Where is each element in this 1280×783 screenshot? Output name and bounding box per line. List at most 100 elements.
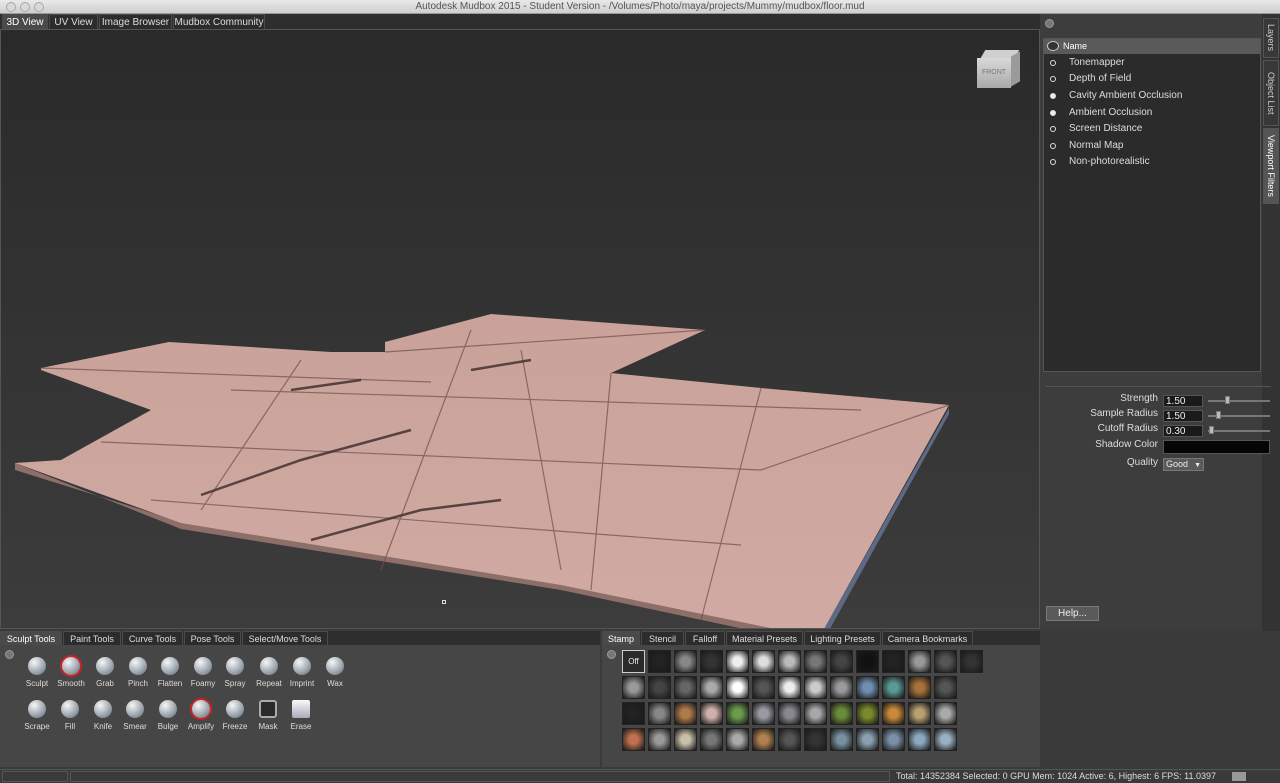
filter-toggle-icon[interactable] (1050, 126, 1056, 132)
stamp-thumbnail[interactable] (726, 728, 749, 751)
tab-lighting-presets[interactable]: Lighting Presets (804, 631, 881, 645)
stamp-thumbnail[interactable] (752, 728, 775, 751)
stamp-thumbnail[interactable] (700, 676, 723, 699)
tab-paint-tools[interactable]: Paint Tools (63, 631, 121, 645)
stamp-thumbnail[interactable] (856, 650, 879, 673)
foamy-tool[interactable]: Foamy (185, 655, 221, 693)
stamp-thumbnail[interactable] (674, 728, 697, 751)
stamp-thumbnail[interactable] (674, 676, 697, 699)
sculpt-tool[interactable]: Sculpt (19, 655, 55, 693)
stamp-thumbnail[interactable] (804, 650, 827, 673)
pinch-tool[interactable]: Pinch (120, 655, 156, 693)
stamp-thumbnail[interactable] (778, 650, 801, 673)
wax-tool[interactable]: Wax (317, 655, 353, 693)
panel-splitter[interactable] (1046, 386, 1271, 387)
repeat-tool[interactable]: Repeat (251, 655, 287, 693)
smear-tool[interactable]: Smear (117, 698, 153, 736)
stamp-thumbnail[interactable] (830, 650, 853, 673)
filter-toggle-icon[interactable] (1050, 143, 1056, 149)
spray-tool[interactable]: Spray (217, 655, 253, 693)
tab-image-browser[interactable]: Image Browser (99, 14, 172, 29)
scrape-tool[interactable]: Scrape (19, 698, 55, 736)
filter-toggle-icon[interactable] (1050, 159, 1056, 165)
stamp-thumbnail[interactable] (856, 728, 879, 751)
stamp-thumbnail[interactable] (622, 728, 645, 751)
tab-object-list[interactable]: Object List (1263, 60, 1279, 126)
filter-row-cavity-ambient-occlusion[interactable]: Cavity Ambient Occlusion (1044, 88, 1260, 104)
tab-layers[interactable]: Layers (1263, 18, 1279, 58)
stamp-thumbnail[interactable] (908, 728, 931, 751)
filter-toggle-icon[interactable] (1050, 60, 1056, 66)
stamp-thumbnail[interactable] (648, 676, 671, 699)
tab-camera-bookmarks[interactable]: Camera Bookmarks (882, 631, 973, 645)
stamp-thumbnail[interactable] (804, 676, 827, 699)
sample-radius-field[interactable]: 1.50 (1163, 410, 1203, 422)
stamp-thumbnail[interactable] (908, 650, 931, 673)
stamp-thumbnail[interactable] (700, 728, 723, 751)
stamp-thumbnail[interactable] (804, 728, 827, 751)
filter-row-depth-of-field[interactable]: Depth of Field (1044, 71, 1260, 87)
stamp-thumbnail[interactable] (648, 702, 671, 725)
stamp-thumbnail[interactable] (908, 676, 931, 699)
stamp-thumbnail[interactable] (726, 650, 749, 673)
stamp-thumbnail[interactable] (622, 676, 645, 699)
stamp-thumbnail[interactable] (856, 676, 879, 699)
strength-field[interactable]: 1.50 (1163, 395, 1203, 407)
strength-slider-thumb[interactable] (1225, 396, 1230, 404)
stamp-thumbnail[interactable] (700, 650, 723, 673)
tab-stamp[interactable]: Stamp (602, 631, 640, 645)
filter-toggle-icon[interactable] (1050, 93, 1056, 99)
stamp-thumbnail[interactable] (700, 702, 723, 725)
stamp-thumbnail[interactable] (778, 676, 801, 699)
imprint-tool[interactable]: Imprint (284, 655, 320, 693)
tab-falloff[interactable]: Falloff (685, 631, 725, 645)
stamp-thumbnail[interactable] (960, 650, 983, 673)
stamp-thumbnail[interactable] (778, 728, 801, 751)
stamp-thumbnail[interactable] (778, 702, 801, 725)
eye-icon[interactable] (1047, 41, 1059, 51)
stamp-thumbnail[interactable] (674, 702, 697, 725)
stamp-thumbnail[interactable] (726, 676, 749, 699)
panel-close-icon[interactable] (1045, 19, 1054, 28)
stamp-thumbnail[interactable] (752, 702, 775, 725)
zoom-window-button[interactable] (34, 2, 44, 12)
stamp-thumbnail[interactable] (908, 702, 931, 725)
grab-tool[interactable]: Grab (87, 655, 123, 693)
mask-tool[interactable]: Mask (250, 698, 286, 736)
filter-row-normal-map[interactable]: Normal Map (1044, 138, 1260, 154)
stamp-thumbnail[interactable] (804, 702, 827, 725)
stamp-thumbnail[interactable] (830, 702, 853, 725)
freeze-tool[interactable]: Freeze (217, 698, 253, 736)
quality-dropdown[interactable]: Good ▼ (1163, 458, 1204, 471)
cutoff-radius-slider[interactable] (1208, 430, 1270, 432)
stamp-thumbnail[interactable] (856, 702, 879, 725)
view-cube[interactable]: FRONT (977, 50, 1023, 90)
filter-row-ambient-occlusion[interactable]: Ambient Occlusion (1044, 105, 1260, 121)
fill-tool[interactable]: Fill (52, 698, 88, 736)
stamp-thumbnail[interactable] (830, 676, 853, 699)
stamp-thumbnail[interactable] (934, 702, 957, 725)
stamp-thumbnail[interactable] (752, 650, 775, 673)
close-window-button[interactable] (6, 2, 16, 12)
stamp-off-button[interactable]: Off (622, 650, 645, 673)
filter-row-screen-distance[interactable]: Screen Distance (1044, 121, 1260, 137)
tab-uv-view[interactable]: UV View (49, 14, 98, 29)
stamp-thumbnail[interactable] (648, 728, 671, 751)
stamp-thumbnail[interactable] (648, 650, 671, 673)
stamp-thumbnail[interactable] (934, 728, 957, 751)
stamp-thumbnail[interactable] (622, 702, 645, 725)
smooth-tool[interactable]: Smooth (53, 655, 89, 693)
bulge-tool[interactable]: Bulge (150, 698, 186, 736)
stamp-thumbnail[interactable] (934, 650, 957, 673)
stamp-thumbnail[interactable] (830, 728, 853, 751)
knife-tool[interactable]: Knife (85, 698, 121, 736)
3d-viewport[interactable]: FRONT (0, 29, 1040, 629)
flatten-tool[interactable]: Flatten (152, 655, 188, 693)
stamp-thumbnail[interactable] (934, 676, 957, 699)
stamp-thumbnail[interactable] (882, 676, 905, 699)
tab-3d-view[interactable]: 3D View (2, 14, 48, 29)
tray-close-icon[interactable] (5, 650, 14, 659)
sample-radius-slider-thumb[interactable] (1216, 411, 1221, 419)
filter-row-tonemapper[interactable]: Tonemapper (1044, 55, 1260, 71)
tab-sculpt-tools[interactable]: Sculpt Tools (0, 631, 62, 645)
